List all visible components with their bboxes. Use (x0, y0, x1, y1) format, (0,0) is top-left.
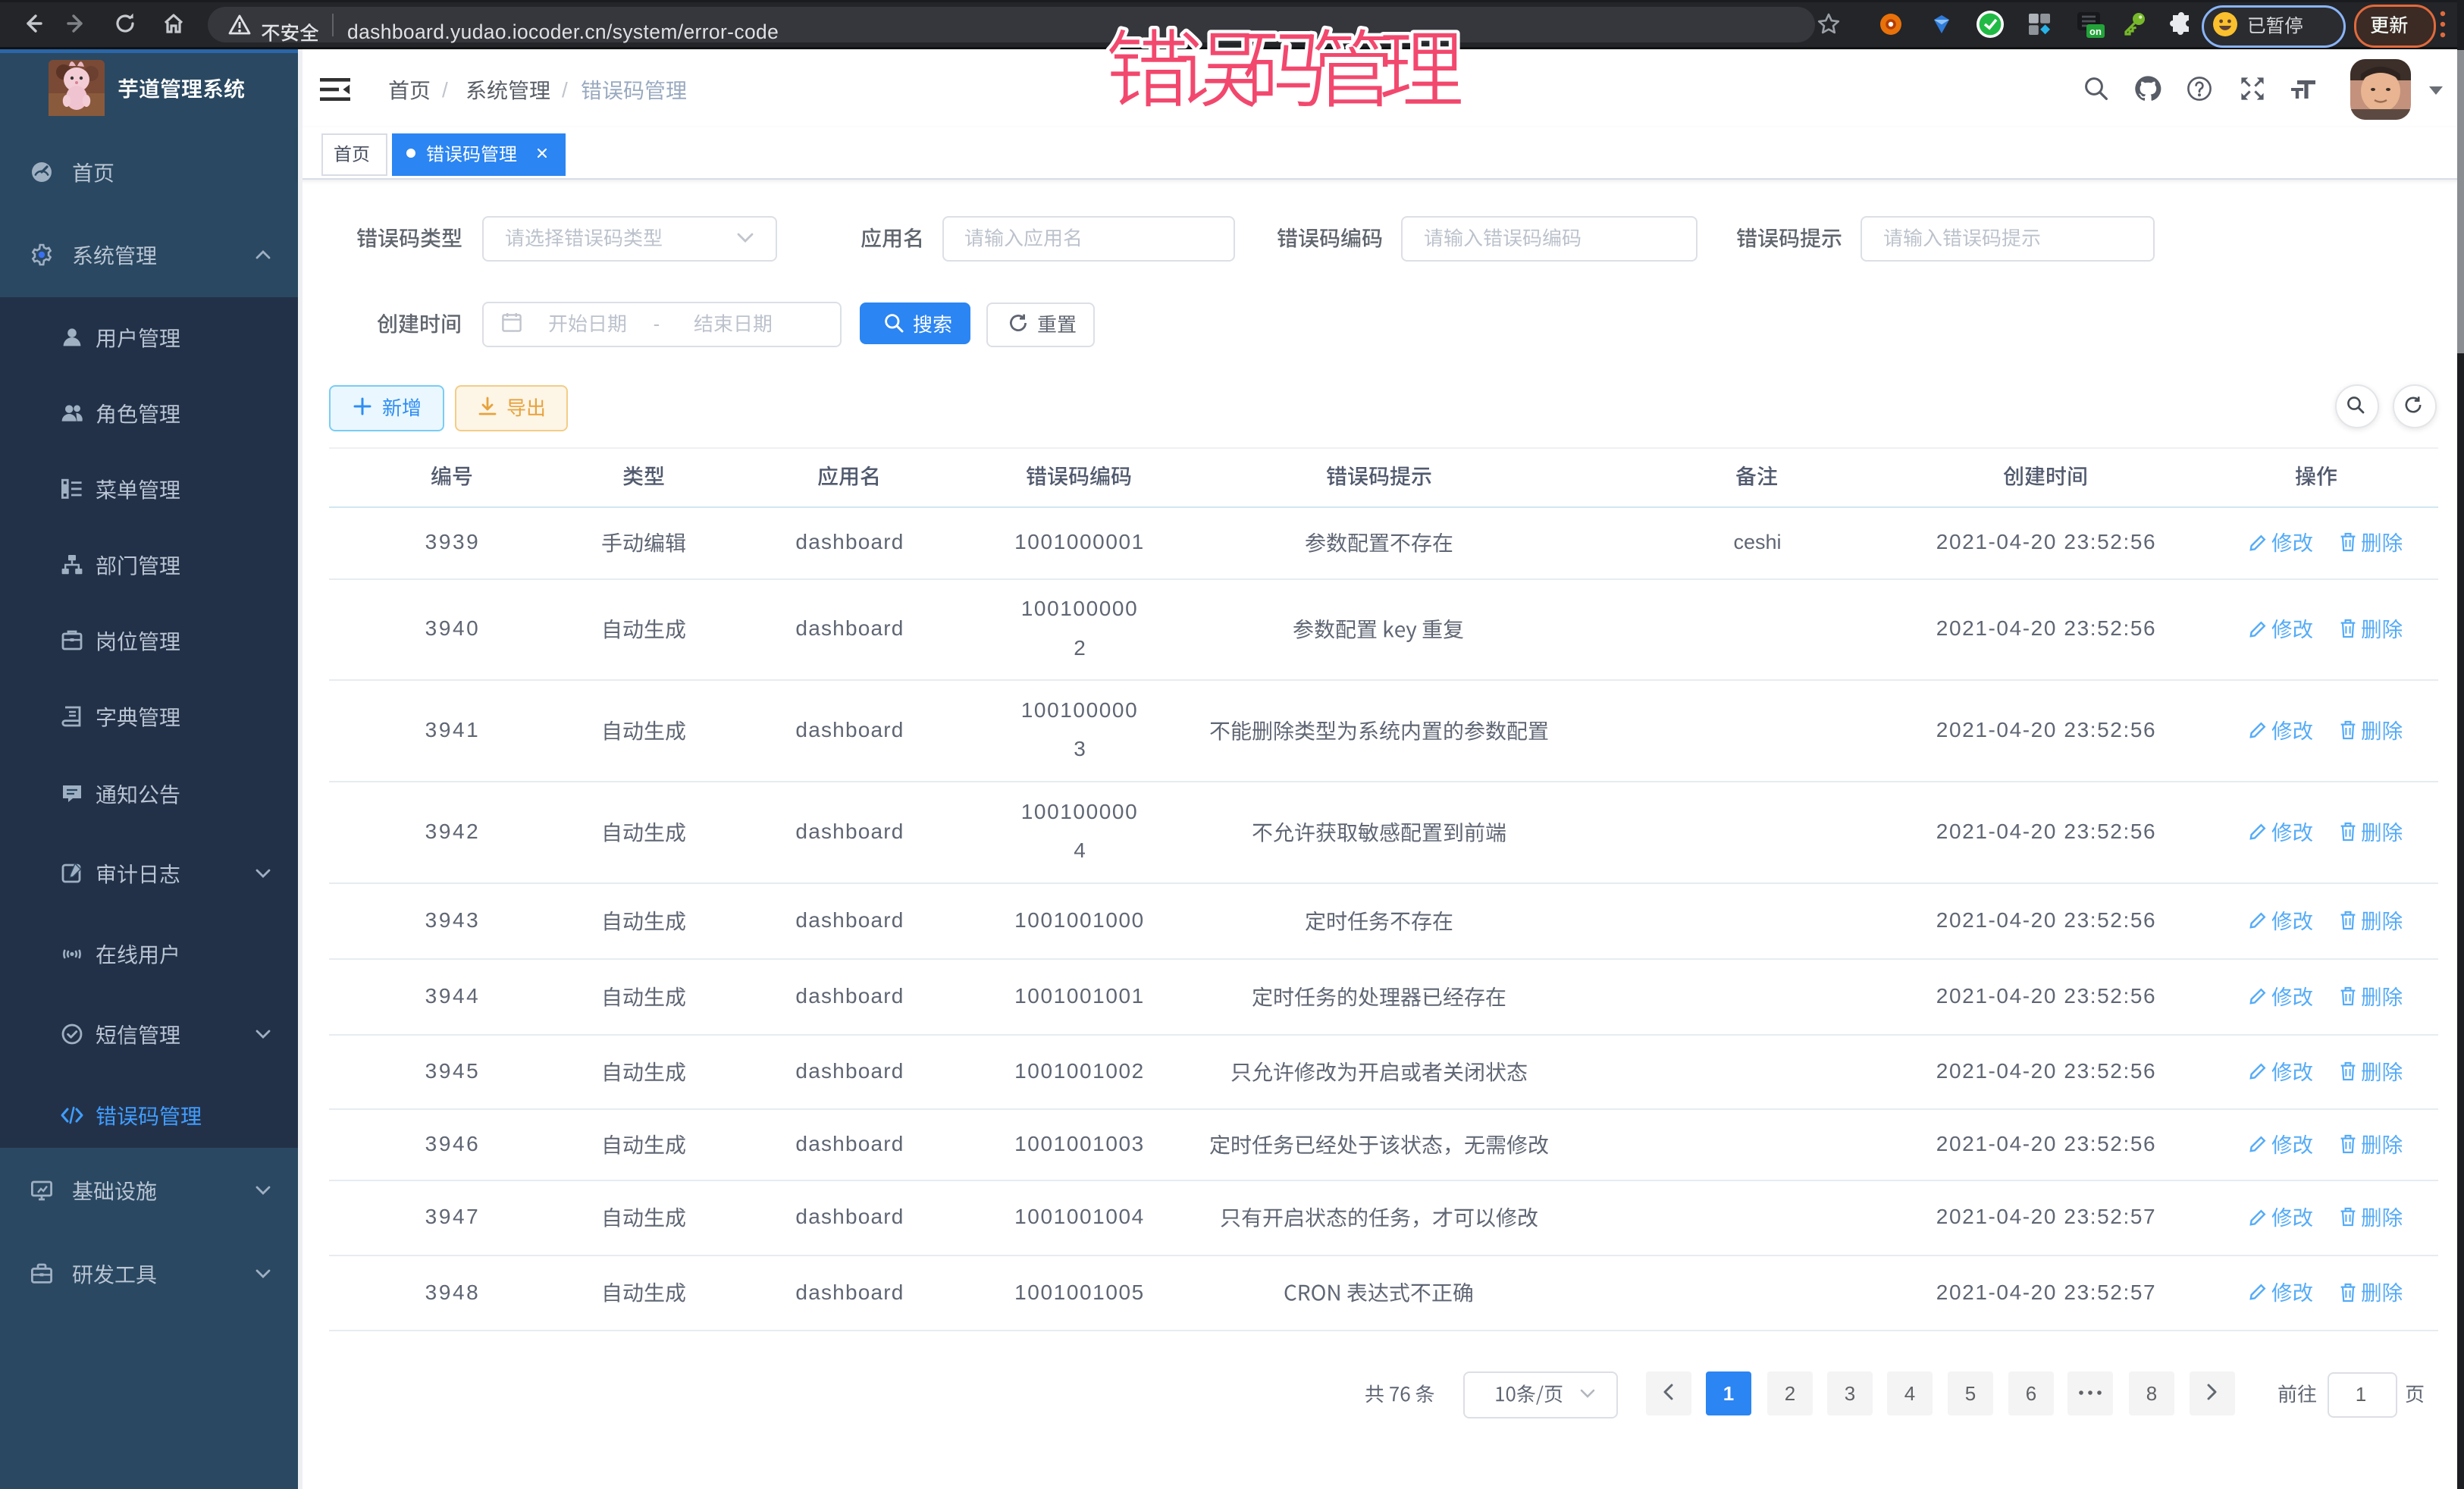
svg-text:on: on (2089, 26, 2102, 37)
